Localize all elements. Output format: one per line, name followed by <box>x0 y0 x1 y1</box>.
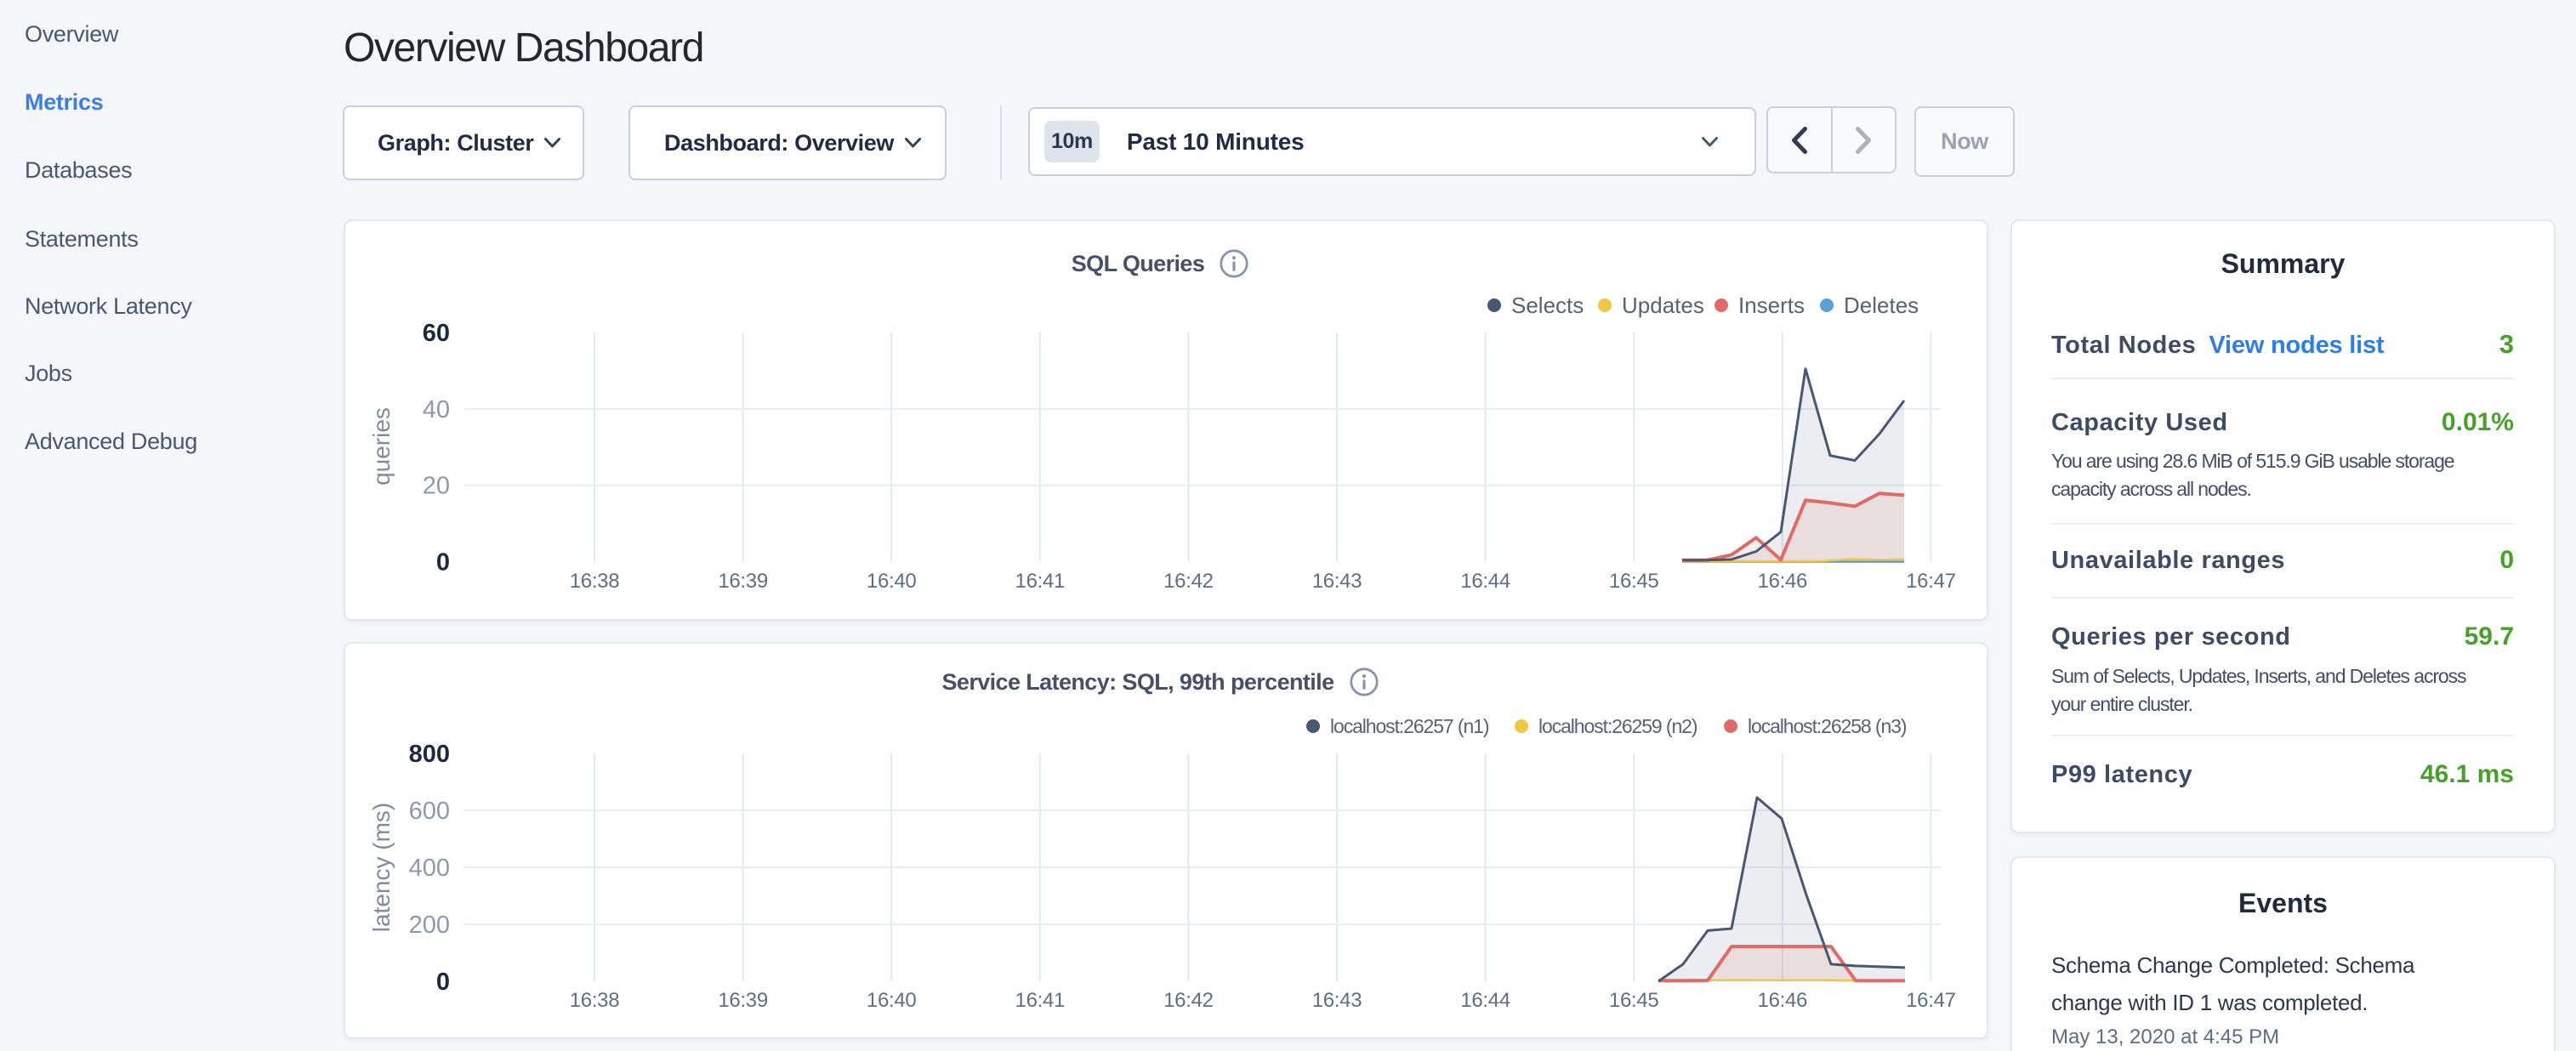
svg-text:16:40: 16:40 <box>867 570 917 593</box>
svg-text:0: 0 <box>436 549 450 577</box>
svg-text:16:42: 16:42 <box>1163 989 1214 1012</box>
svg-text:16:44: 16:44 <box>1460 570 1510 593</box>
svg-text:16:39: 16:39 <box>718 570 768 593</box>
svg-text:0: 0 <box>436 969 450 996</box>
svg-text:16:41: 16:41 <box>1015 989 1066 1012</box>
svg-text:200: 200 <box>409 912 450 939</box>
svg-text:600: 600 <box>409 798 450 825</box>
svg-text:16:46: 16:46 <box>1758 570 1808 593</box>
svg-text:60: 60 <box>423 320 450 347</box>
svg-text:queries: queries <box>368 407 395 486</box>
svg-text:40: 40 <box>423 396 450 423</box>
svg-text:16:43: 16:43 <box>1312 989 1362 1012</box>
svg-text:16:47: 16:47 <box>1906 570 1956 593</box>
svg-text:16:45: 16:45 <box>1609 570 1659 593</box>
svg-text:800: 800 <box>409 741 450 768</box>
svg-text:20: 20 <box>423 473 450 500</box>
svg-text:400: 400 <box>409 855 450 882</box>
svg-text:16:44: 16:44 <box>1460 989 1510 1012</box>
svg-text:16:38: 16:38 <box>570 989 620 1012</box>
svg-text:16:47: 16:47 <box>1906 989 1956 1012</box>
svg-text:16:42: 16:42 <box>1163 570 1214 593</box>
svg-text:16:46: 16:46 <box>1758 989 1808 1012</box>
svg-text:16:43: 16:43 <box>1312 570 1362 593</box>
svg-text:16:38: 16:38 <box>570 570 620 593</box>
svg-text:16:45: 16:45 <box>1609 989 1659 1012</box>
svg-text:16:40: 16:40 <box>867 989 917 1012</box>
svg-text:16:41: 16:41 <box>1015 570 1066 593</box>
svg-text:latency (ms): latency (ms) <box>368 803 395 932</box>
svg-text:16:39: 16:39 <box>718 989 768 1012</box>
